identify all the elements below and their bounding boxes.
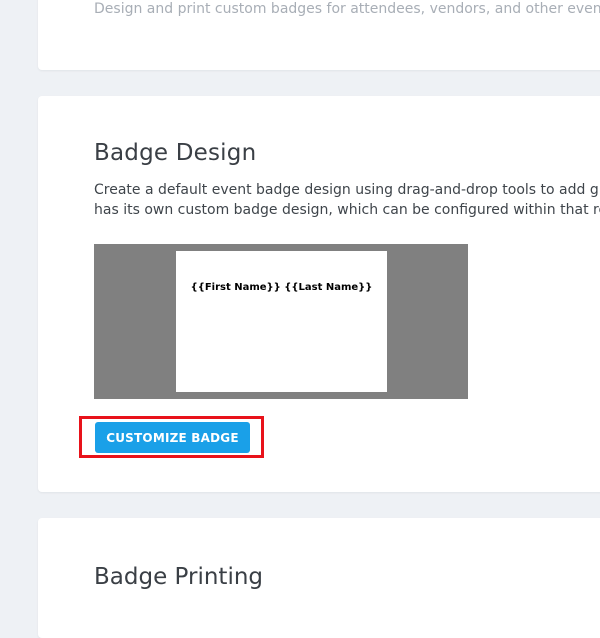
customize-badge-button[interactable]: CUSTOMIZE BADGE — [95, 422, 250, 453]
badge-preview: {{First Name}} {{Last Name}} — [94, 244, 468, 399]
badge-name-placeholder: {{First Name}} {{Last Name}} — [190, 282, 373, 293]
badge-printing-card: Badge Printing — [38, 518, 600, 638]
badge-design-description-line: Create a default event badge design usin… — [94, 182, 600, 198]
badge-preview-card: {{First Name}} {{Last Name}} — [176, 251, 387, 392]
badge-printing-title: Badge Printing — [94, 564, 264, 590]
badge-design-title: Badge Design — [94, 140, 257, 166]
badges-intro-card: Design and print custom badges for atten… — [38, 0, 600, 70]
badge-design-description: Create a default event badge design usin… — [94, 180, 600, 220]
badge-design-description-line: has its own custom badge design, which c… — [94, 202, 600, 218]
badge-design-card: Badge Design Create a default event badg… — [38, 96, 600, 492]
badges-intro-description: Design and print custom badges for atten… — [94, 1, 600, 17]
